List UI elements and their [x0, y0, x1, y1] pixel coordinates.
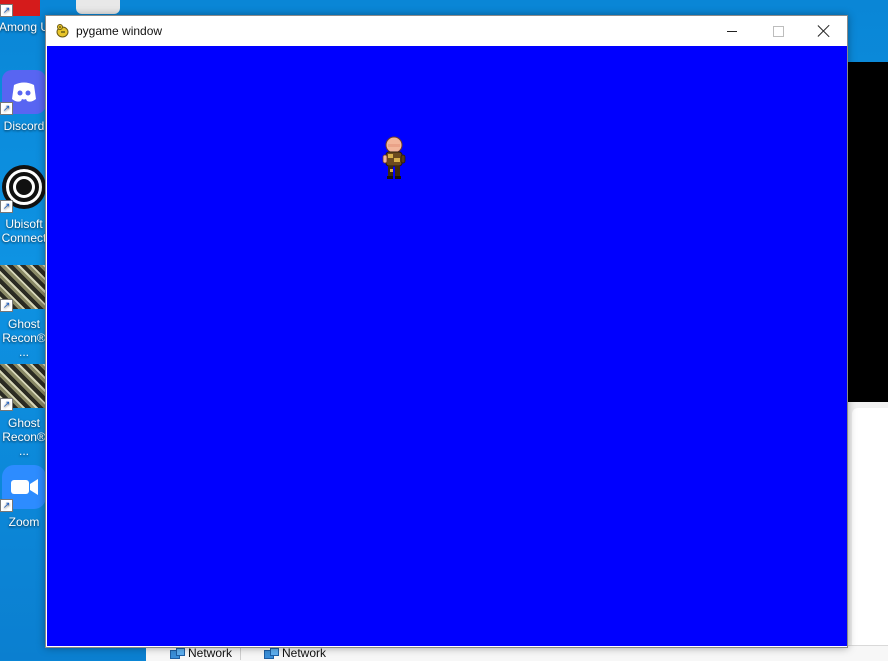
desktop-icon-discord[interactable]: ↗ Discord	[0, 70, 48, 134]
background-window-black-area	[846, 62, 888, 402]
shortcut-arrow-icon: ↗	[0, 299, 13, 312]
window-titlebar[interactable]: pygame window	[46, 16, 847, 46]
network-icon	[170, 647, 185, 659]
explorer-item-network-1[interactable]: Network	[170, 646, 232, 660]
maximize-button[interactable]	[755, 16, 801, 46]
explorer-item-label: Network	[282, 646, 327, 660]
minimize-button[interactable]	[709, 16, 755, 46]
desktop-icon-among-us[interactable]: ↗ Among U	[0, 0, 49, 36]
game-canvas[interactable]	[47, 46, 847, 646]
shortcut-arrow-icon: ↗	[0, 200, 13, 213]
window-title: pygame window	[76, 24, 163, 38]
pygame-snake-icon	[55, 23, 70, 38]
explorer-separator	[240, 646, 241, 660]
minimize-icon	[727, 30, 737, 32]
shortcut-arrow-icon: ↗	[0, 398, 13, 411]
desktop-icon-ghost-recon-1[interactable]: ↗ Ghost Recon® ...	[0, 265, 48, 359]
explorer-item-label: Network	[188, 646, 233, 660]
player-character-sprite	[381, 136, 407, 184]
background-window-card	[852, 408, 888, 660]
desktop-icon-ghost-recon-2[interactable]: ↗ Ghost Recon® ...	[0, 364, 48, 458]
network-icon	[264, 647, 279, 659]
shortcut-arrow-icon: ↗	[0, 4, 13, 17]
shortcut-arrow-icon: ↗	[0, 499, 13, 512]
maximize-icon	[772, 25, 784, 37]
desktop-icon-zoom[interactable]: ↗ Zoom	[0, 465, 48, 529]
shortcut-arrow-icon: ↗	[0, 102, 13, 115]
close-icon	[818, 25, 830, 37]
explorer-item-network-2[interactable]: Network	[264, 646, 326, 660]
pygame-window[interactable]: pygame window	[45, 15, 848, 648]
desktop-icon-ubisoft-connect[interactable]: ↗ Ubisoft Connect	[0, 165, 48, 249]
taskbar-app-icon	[76, 0, 120, 14]
close-button[interactable]	[801, 16, 847, 46]
